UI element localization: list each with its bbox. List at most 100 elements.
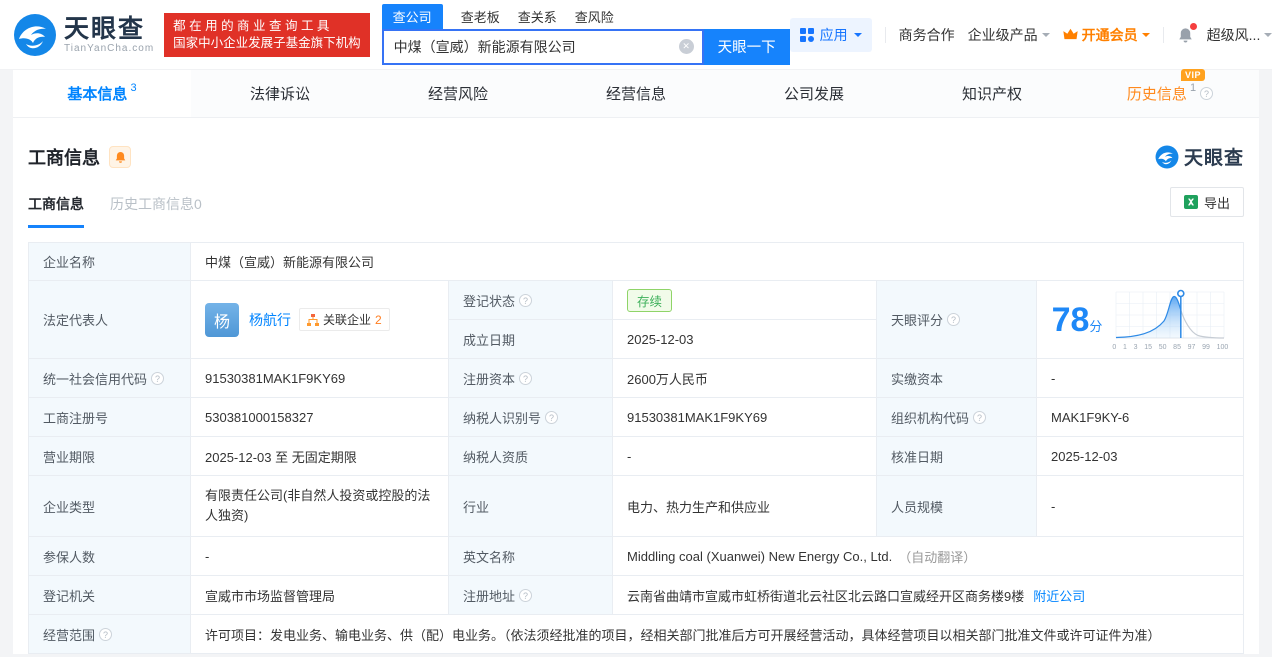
crown-icon bbox=[1063, 28, 1078, 41]
subtab-business-info[interactable]: 工商信息 bbox=[28, 194, 84, 228]
tab-intellectual-property[interactable]: 知识产权 bbox=[903, 70, 1081, 117]
help-icon[interactable] bbox=[519, 372, 532, 385]
score-number: 78 bbox=[1052, 301, 1090, 339]
score-distribution-chart: 01 315 5085 9799 100 bbox=[1112, 288, 1228, 351]
field-value-staff-size: - bbox=[1037, 476, 1244, 537]
field-label-industry: 行业 bbox=[449, 476, 613, 537]
help-icon[interactable] bbox=[99, 628, 112, 641]
menu-vip-upgrade[interactable]: 开通会员 bbox=[1063, 25, 1150, 45]
field-label-org-code: 组织机构代码 bbox=[877, 398, 1037, 437]
field-value-english-name: Middling coal (Xuanwei) New Energy Co., … bbox=[613, 537, 1244, 576]
watermark-logo: 天眼查 bbox=[1155, 143, 1244, 170]
divider bbox=[885, 27, 886, 43]
search-tab-risk[interactable]: 查风险 bbox=[575, 4, 614, 29]
top-header: 天眼查 TianYanCha.com 都 在 用 的 商 业 查 询 工 具 国… bbox=[0, 0, 1272, 70]
vip-badge: VIP bbox=[1181, 69, 1205, 81]
legal-rep-avatar[interactable]: 杨 bbox=[205, 303, 239, 337]
slogan-banner: 都 在 用 的 商 业 查 询 工 具 国家中小企业发展子基金旗下机构 bbox=[164, 13, 370, 57]
chevron-down-icon bbox=[854, 33, 862, 41]
nearby-companies-link[interactable]: 附近公司 bbox=[1033, 586, 1085, 605]
export-label: 导出 bbox=[1204, 193, 1230, 212]
field-value-industry: 电力、热力生产和供应业 bbox=[613, 476, 877, 537]
enterprise-label: 企业级产品 bbox=[968, 25, 1038, 45]
help-icon[interactable] bbox=[545, 411, 558, 424]
tab-label: 公司发展 bbox=[784, 83, 844, 104]
related-companies-badge[interactable]: 关联企业 2 bbox=[299, 308, 390, 331]
search-input[interactable] bbox=[394, 39, 679, 55]
subtab-history-business-info[interactable]: 历史工商信息0 bbox=[110, 194, 202, 214]
clear-icon[interactable] bbox=[679, 39, 694, 54]
bell-icon bbox=[114, 150, 127, 164]
tab-label: 法律诉讼 bbox=[250, 83, 310, 104]
tab-label: 知识产权 bbox=[962, 83, 1022, 104]
field-value-paid-capital: - bbox=[1037, 359, 1244, 398]
search-box bbox=[382, 29, 704, 65]
field-value-business-term: 2025-12-03 至 无固定期限 bbox=[191, 437, 449, 476]
search-tab-company[interactable]: 查公司 bbox=[382, 4, 443, 29]
field-value-tyc-score: 78分 bbox=[1037, 281, 1244, 359]
username: 超级风... bbox=[1207, 25, 1261, 45]
score-marker-pin bbox=[1178, 291, 1184, 297]
watermark-text: 天眼查 bbox=[1184, 143, 1244, 170]
section-title: 工商信息 bbox=[28, 144, 100, 170]
vip-label: 开通会员 bbox=[1082, 25, 1138, 45]
field-label-establish-date: 成立日期 bbox=[449, 320, 613, 359]
tab-label: 经营风险 bbox=[428, 83, 488, 104]
field-value-taxpayer-quality: - bbox=[613, 437, 877, 476]
menu-cooperation[interactable]: 商务合作 bbox=[899, 25, 955, 45]
help-icon[interactable] bbox=[947, 313, 960, 326]
company-card: 基本信息 3 法律诉讼 经营风险 经营信息 公司发展 知识产权 历史信息 1 V… bbox=[13, 70, 1259, 654]
apps-menu[interactable]: 应用 bbox=[790, 18, 872, 52]
search-tab-boss[interactable]: 查老板 bbox=[461, 4, 500, 29]
help-icon[interactable] bbox=[519, 589, 532, 602]
tab-count: 1 bbox=[1190, 82, 1196, 94]
legal-rep-name-link[interactable]: 杨航行 bbox=[249, 310, 291, 330]
subscribe-bell-chip[interactable] bbox=[109, 146, 131, 168]
brand-domain: TianYanCha.com bbox=[64, 43, 154, 54]
tab-operation-info[interactable]: 经营信息 bbox=[547, 70, 725, 117]
slogan-line1: 都 在 用 的 商 业 查 询 工 具 bbox=[173, 18, 361, 35]
help-icon[interactable] bbox=[151, 372, 164, 385]
chevron-down-icon bbox=[1142, 33, 1150, 41]
apps-label: 应用 bbox=[820, 25, 848, 45]
export-button[interactable]: 导出 bbox=[1170, 187, 1244, 217]
field-label-business-scope: 经营范围 bbox=[29, 615, 191, 654]
field-label-legal-rep: 法定代表人 bbox=[29, 281, 191, 359]
notifications-bell[interactable] bbox=[1177, 26, 1194, 44]
field-value-credit-code: 91530381MAK1F9KY69 bbox=[191, 359, 449, 398]
site-logo[interactable]: 天眼查 TianYanCha.com bbox=[13, 13, 154, 57]
org-chart-icon bbox=[307, 314, 319, 326]
menu-enterprise-products[interactable]: 企业级产品 bbox=[968, 25, 1050, 45]
field-label-approval-date: 核准日期 bbox=[877, 437, 1037, 476]
chevron-down-icon bbox=[1264, 33, 1272, 41]
tab-operation-risk[interactable]: 经营风险 bbox=[369, 70, 547, 117]
score-unit: 分 bbox=[1089, 319, 1102, 334]
help-icon[interactable] bbox=[973, 411, 986, 424]
tab-legal-lawsuits[interactable]: 法律诉讼 bbox=[191, 70, 369, 117]
field-label-paid-capital: 实缴资本 bbox=[877, 359, 1037, 398]
field-label-reg-address: 注册地址 bbox=[449, 576, 613, 615]
field-value-taxpayer-id: 91530381MAK1F9KY69 bbox=[613, 398, 877, 437]
tab-label: 历史信息 bbox=[1127, 83, 1187, 104]
tab-basic-info[interactable]: 基本信息 3 bbox=[13, 70, 191, 117]
tab-count: 3 bbox=[130, 82, 136, 94]
tab-history-info[interactable]: 历史信息 1 VIP bbox=[1081, 70, 1259, 117]
field-label-reg-status: 登记状态 bbox=[449, 281, 613, 320]
search-tab-relation[interactable]: 查关系 bbox=[518, 4, 557, 29]
divider bbox=[1163, 27, 1164, 43]
help-icon[interactable] bbox=[1200, 87, 1213, 100]
field-label-english-name: 英文名称 bbox=[449, 537, 613, 576]
field-value-company-type: 有限责任公司(非自然人投资或控股的法人独资) bbox=[191, 476, 449, 537]
notification-dot bbox=[1190, 23, 1197, 30]
field-label-company-name: 企业名称 bbox=[29, 243, 191, 281]
search-button[interactable]: 天眼一下 bbox=[704, 29, 790, 65]
field-value-reg-address: 云南省曲靖市宣威市虹桥街道北云社区北云路口宣威经开区商务楼9楼附近公司 bbox=[613, 576, 1244, 615]
tab-label: 基本信息 bbox=[67, 83, 127, 104]
subtab-label: 工商信息 bbox=[28, 196, 84, 212]
help-icon[interactable] bbox=[519, 294, 532, 307]
field-value-company-name: 中煤（宣威）新能源有限公司 bbox=[191, 243, 1244, 281]
field-label-reg-authority: 登记机关 bbox=[29, 576, 191, 615]
score-axis-ticks: 01 315 5085 9799 100 bbox=[1112, 343, 1228, 351]
user-menu[interactable]: 超级风... bbox=[1207, 25, 1272, 45]
tab-company-development[interactable]: 公司发展 bbox=[725, 70, 903, 117]
